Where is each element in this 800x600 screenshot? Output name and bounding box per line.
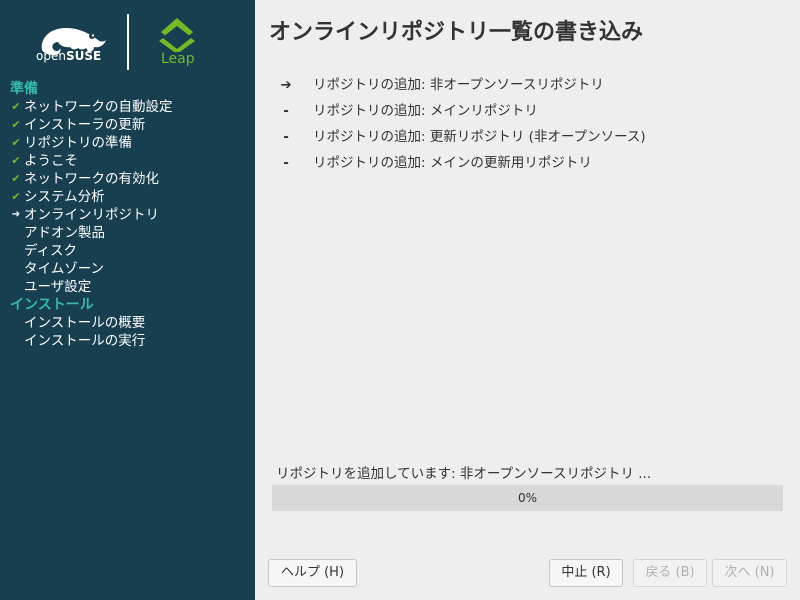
check-icon: ✔ bbox=[11, 118, 21, 131]
pending-dash-icon: - bbox=[283, 103, 289, 119]
arrow-right-icon: ➔ bbox=[11, 209, 21, 220]
check-icon: ✔ bbox=[11, 172, 21, 185]
step-install-summary: インストールの概要 bbox=[24, 315, 146, 331]
step-disk: ディスク bbox=[24, 243, 78, 259]
back-button[interactable]: 戻る (B) bbox=[633, 559, 707, 587]
progress-label: リポジトリを追加しています: 非オープンソースリポジトリ ... bbox=[276, 466, 652, 482]
repo-item-label: リポジトリの追加: メインリポジトリ bbox=[313, 103, 538, 119]
section-title-preparation: 準備 bbox=[10, 81, 38, 97]
pending-dash-icon: - bbox=[283, 155, 289, 171]
repo-item-label: リポジトリの追加: メインの更新用リポジトリ bbox=[313, 155, 592, 171]
abort-button[interactable]: 中止 (R) bbox=[549, 559, 623, 587]
step-online-repos: ➔ オンラインリポジトリ bbox=[11, 207, 159, 223]
help-button[interactable]: ヘルプ (H) bbox=[268, 559, 357, 587]
step-system-analysis: ✔ システム分析 bbox=[11, 189, 105, 205]
step-welcome: ✔ ようこそ bbox=[11, 153, 78, 169]
opensuse-wordmark: openSUSE bbox=[36, 49, 102, 63]
leap-wordmark: Leap bbox=[161, 51, 195, 67]
repo-item-main: - リポジトリの追加: メインリポジトリ bbox=[279, 100, 779, 126]
step-installer-update: ✔ インストーラの更新 bbox=[11, 117, 146, 133]
next-button[interactable]: 次へ (N) bbox=[712, 559, 787, 587]
pending-dash-icon: - bbox=[283, 129, 289, 145]
main-panel: オンラインリポジトリ一覧の書き込み ➔ リポジトリの追加: 非オープンソースリポ… bbox=[255, 0, 800, 600]
repo-item-label: リポジトリの追加: 更新リポジトリ (非オープンソース) bbox=[313, 129, 646, 145]
check-icon: ✔ bbox=[11, 136, 21, 149]
install-steps: 準備 ✔ ネットワークの自動設定 ✔ インストーラの更新 ✔ リポジトリの準備 ✔ よう… bbox=[0, 80, 255, 350]
step-user-settings: ユーザ設定 bbox=[24, 279, 92, 295]
repo-list: ➔ リポジトリの追加: 非オープンソースリポジトリ - リポジトリの追加: メイ… bbox=[279, 74, 779, 178]
progress-bar: 0% bbox=[272, 485, 783, 511]
repo-item-main-update: - リポジトリの追加: メインの更新用リポジトリ bbox=[279, 152, 779, 178]
check-icon: ✔ bbox=[11, 154, 21, 167]
step-addon-products: アドオン製品 bbox=[24, 225, 105, 241]
step-timezone: タイムゾーン bbox=[24, 261, 105, 277]
page-title: オンラインリポジトリ一覧の書き込み bbox=[269, 20, 644, 45]
step-network-autoconfig: ✔ ネットワークの自動設定 bbox=[11, 99, 173, 115]
progress-percent: 0% bbox=[517, 491, 538, 505]
sidebar: openSUSE Leap 準備 ✔ ネットワークの自動設定 ✔ インストーラの更新… bbox=[0, 0, 255, 600]
repo-item-label: リポジトリの追加: 非オープンソースリポジトリ bbox=[313, 77, 604, 93]
leap-logo-icon bbox=[159, 18, 195, 52]
check-icon: ✔ bbox=[11, 190, 21, 203]
check-icon: ✔ bbox=[11, 100, 21, 113]
logo-area: openSUSE Leap bbox=[0, 0, 255, 80]
step-network-activation: ✔ ネットワークの有効化 bbox=[11, 171, 159, 187]
step-repo-prepare: ✔ リポジトリの準備 bbox=[11, 135, 132, 151]
repo-item-nonoss: ➔ リポジトリの追加: 非オープンソースリポジトリ bbox=[279, 74, 779, 100]
repo-item-update-nonoss: - リポジトリの追加: 更新リポジトリ (非オープンソース) bbox=[279, 126, 779, 152]
step-install-run: インストールの実行 bbox=[24, 333, 146, 349]
section-title-install: インストール bbox=[10, 297, 94, 313]
logo-divider bbox=[127, 14, 129, 70]
arrow-right-icon: ➔ bbox=[280, 77, 292, 93]
